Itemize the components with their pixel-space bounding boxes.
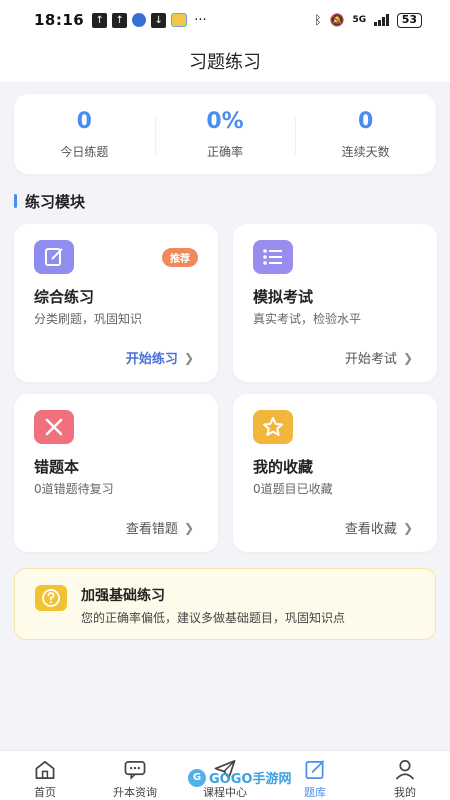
stat-value: 0% [206, 108, 244, 134]
module-title: 综合练习 [34, 288, 95, 306]
start-exam-link[interactable]: 开始考试 ❯ [344, 348, 413, 368]
action-label: 开始考试 [344, 352, 397, 367]
chevron-right-icon: ❯ [402, 520, 413, 535]
stat-label: 正确率 [207, 144, 244, 159]
close-icon [34, 410, 74, 444]
tip-desc: 您的正确率偏低，建议多做基础题目，巩固知识点 [81, 611, 346, 625]
signal-icon [374, 14, 389, 26]
module-desc: 0道题目已收藏 [253, 482, 333, 496]
app-icon [132, 13, 147, 27]
app-header: 习题练习 [0, 40, 450, 82]
watermark-logo-icon: G [188, 768, 206, 787]
module-comprehensive-practice[interactable]: 推荐 综合练习 分类刷题，巩固知识 开始练习 ❯ [14, 224, 218, 382]
section-title: 练习模块 [14, 190, 85, 212]
notification-icons: ↑ ↑ ↓ ··· [92, 12, 207, 28]
edit-icon [305, 760, 325, 779]
weather-icon [171, 13, 188, 27]
start-practice-link[interactable]: 开始练习 ❯ [125, 348, 194, 368]
stat-value: 0 [358, 108, 374, 134]
network-type: 5G [352, 15, 367, 25]
tab-label: 我的 [394, 786, 416, 799]
module-wrong-questions[interactable]: 错题本 0道错题待复习 查看错题 ❯ [14, 394, 218, 552]
module-title: 错题本 [34, 458, 80, 476]
more-icon: ··· [194, 12, 207, 28]
action-label: 查看错题 [125, 522, 178, 537]
section-title-text: 练习模块 [25, 192, 86, 211]
tab-profile[interactable]: 我的 [360, 751, 450, 800]
view-favorites-link[interactable]: 查看收藏 ❯ [344, 518, 413, 538]
user-icon [395, 760, 415, 780]
module-mock-exam[interactable]: 模拟考试 真实考试，检验水平 开始考试 ❯ [233, 224, 437, 382]
stat-value: 0 [76, 108, 92, 134]
view-wrong-link[interactable]: 查看错题 ❯ [125, 518, 194, 538]
tab-label: 首页 [34, 786, 56, 799]
edit-icon [34, 240, 74, 274]
bluetooth-icon: ᛒ [314, 13, 322, 27]
status-time: 18:16 [34, 11, 85, 29]
system-icons: ᛒ 🔕 5G 53 [314, 12, 422, 28]
chevron-right-icon: ❯ [183, 520, 194, 535]
stat-today: 0 今日练题 [14, 109, 155, 160]
module-title: 模拟考试 [253, 288, 314, 306]
action-label: 开始练习 [125, 352, 178, 367]
battery-icon: 53 [396, 12, 422, 28]
tab-label: 题库 [304, 786, 326, 799]
stat-label: 连续天数 [341, 144, 390, 159]
stat-streak: 0 连续天数 [295, 109, 436, 160]
mute-icon: 🔕 [329, 13, 345, 27]
module-desc: 真实考试，检验水平 [253, 312, 362, 326]
section-accent-bar [14, 194, 17, 208]
module-desc: 分类刷题，巩固知识 [34, 312, 143, 326]
chevron-right-icon: ❯ [183, 350, 194, 365]
module-favorites[interactable]: 我的收藏 0道题目已收藏 查看收藏 ❯ [233, 394, 437, 552]
tab-label: 升本资询 [113, 786, 157, 799]
page-title: 习题练习 [189, 52, 261, 73]
home-icon [35, 761, 55, 779]
status-bar: 18:16 ↑ ↑ ↓ ··· ᛒ 🔕 5G 53 [0, 0, 450, 40]
tab-consult[interactable]: 升本资询 [90, 751, 180, 800]
tip-card[interactable]: 加强基础练习 您的正确率偏低，建议多做基础题目，巩固知识点 [14, 568, 436, 640]
recommend-badge: 推荐 [162, 248, 198, 267]
chevron-right-icon: ❯ [402, 350, 413, 365]
upload-icon: ↑ [92, 12, 108, 28]
star-icon [253, 410, 293, 444]
module-desc: 0道错题待复习 [34, 482, 114, 496]
tip-title: 加强基础练习 [81, 588, 165, 604]
module-title: 我的收藏 [253, 458, 314, 476]
download-icon: ↓ [151, 12, 167, 28]
upload-icon: ↑ [112, 12, 128, 28]
tab-home[interactable]: 首页 [0, 751, 90, 800]
stats-card: 0 今日练题 0% 正确率 0 连续天数 [14, 94, 436, 174]
stat-accuracy: 0% 正确率 [154, 108, 296, 160]
action-label: 查看收藏 [344, 522, 397, 537]
list-icon [253, 240, 293, 274]
watermark: G GOGO手游网 [188, 768, 291, 787]
watermark-text: GOGO手游网 [209, 772, 292, 787]
question-icon [35, 585, 67, 611]
stat-label: 今日练题 [60, 144, 109, 159]
chat-icon [124, 761, 146, 780]
